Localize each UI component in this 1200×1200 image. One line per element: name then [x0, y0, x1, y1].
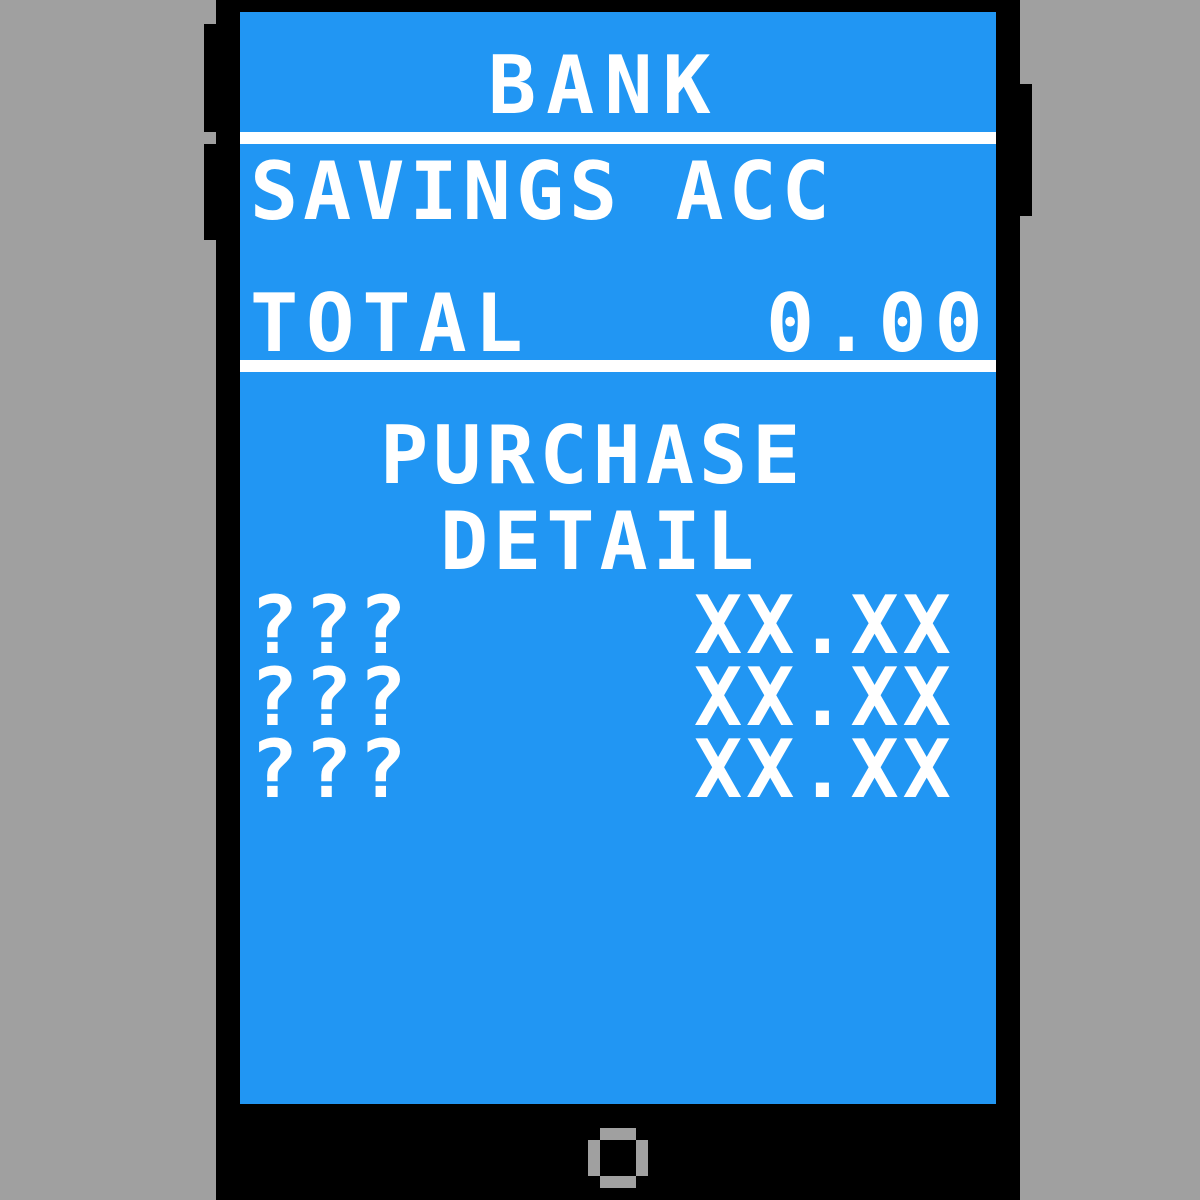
home-button-icon[interactable]: [588, 1128, 648, 1188]
account-divider: [240, 360, 996, 372]
total-value: 0.00: [766, 277, 991, 370]
item-name: ???: [250, 723, 413, 816]
phone-screen: BANK SAVINGS ACC TOTAL 0.00 PURCHASE DET…: [240, 12, 996, 1104]
app-title: BANK: [488, 39, 721, 132]
power-button[interactable]: [1018, 84, 1032, 216]
purchase-heading: PURCHASE: [380, 409, 806, 502]
header-divider: [240, 132, 996, 144]
stage: BANK SAVINGS ACC TOTAL 0.00 PURCHASE DET…: [0, 0, 1200, 1200]
detail-heading: DETAIL: [440, 495, 759, 588]
account-name: SAVINGS ACC: [250, 145, 835, 238]
item-amount: XX.XX: [694, 723, 955, 816]
total-label: TOTAL: [250, 277, 531, 370]
